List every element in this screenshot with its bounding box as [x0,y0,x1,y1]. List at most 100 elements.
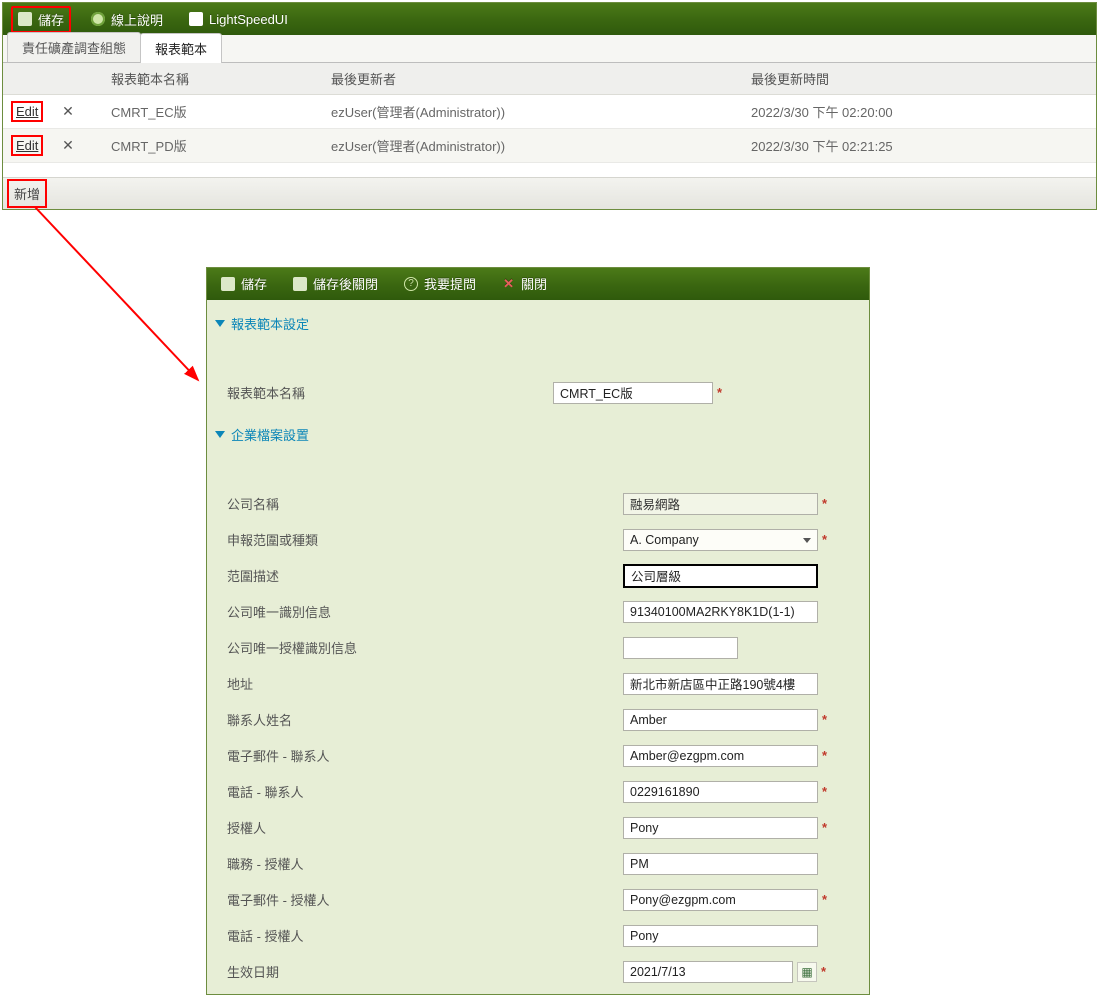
select-scope[interactable]: A. Company [623,529,818,551]
detail-save-close-button[interactable]: 儲存後關閉 [287,270,384,297]
tab-template[interactable]: 報表範本 [140,33,222,63]
calendar-icon[interactable]: ▦ [797,962,817,982]
input-company[interactable] [623,493,818,515]
row-uid: 公司唯一識別信息 [217,594,859,630]
row-scope: 申報范圍或種類 A. Company * [217,522,859,558]
input-auth-email[interactable] [623,889,818,911]
edit-link[interactable]: Edit [11,135,43,156]
required-marker: * [822,496,827,511]
required-marker: * [822,820,827,835]
table-row-empty [3,163,1096,177]
cell-updater: ezUser(管理者(Administrator)) [323,129,743,163]
help-button[interactable]: 線上說明 [85,6,169,33]
save-label: 儲存 [38,10,64,29]
input-address[interactable] [623,673,818,695]
detail-toolbar: 儲存 儲存後關閉 ? 我要提問 ✕ 關閉 [207,268,869,300]
label-contact-name: 聯系人姓名 [217,710,407,729]
help-label: 線上說明 [111,10,163,29]
label-auth-phone: 電話 - 授權人 [217,926,407,945]
cell-updated: 2022/3/30 下午 02:20:00 [743,95,1096,129]
label-effective: 生效日期 [217,962,407,981]
detail-close-button[interactable]: ✕ 關閉 [496,270,553,297]
row-auth-title: 職務 - 授權人 [217,846,859,882]
save-button[interactable]: 儲存 [11,6,71,33]
row-auth-uid: 公司唯一授權識別信息 [217,630,859,666]
label-contact-email: 電子郵件 - 聯系人 [217,746,407,765]
input-auth-phone[interactable] [623,925,818,947]
detail-save-button[interactable]: 儲存 [215,270,273,297]
row-effective-date: 生效日期 ▦ * [217,954,859,990]
label-auth-name: 授權人 [217,818,407,837]
input-auth-title[interactable] [623,853,818,875]
delete-icon[interactable]: ✕ [61,137,75,154]
required-marker: * [822,784,827,799]
section-company-profile[interactable]: 企業檔案設置 [207,411,869,450]
input-scope-desc[interactable] [623,564,818,588]
row-auth-email: 電子郵件 - 授權人 * [217,882,859,918]
required-marker: * [821,964,826,979]
section-template-settings[interactable]: 報表範本設定 [207,300,869,339]
required-marker: * [822,712,827,727]
input-uid[interactable] [623,601,818,623]
template-table: 報表範本名稱 最後更新者 最後更新時間 Edit ✕ CMRT_EC版 ezUs… [3,63,1096,177]
add-button[interactable]: 新增 [7,179,47,208]
input-contact-email[interactable] [623,745,818,767]
main-toolbar: 儲存 線上說明 LightSpeedUI [3,3,1096,35]
table-row: Edit ✕ CMRT_PD版 ezUser(管理者(Administrator… [3,129,1096,163]
label-company: 公司名稱 [217,494,407,513]
label-uid: 公司唯一識別信息 [217,602,407,621]
row-template-name: 報表範本名稱 * [217,375,859,411]
company-profile-body: 公司名稱 * 申報范圍或種類 A. Company * 范圍描述 公司唯一識別信… [207,450,869,990]
required-marker: * [717,385,722,400]
input-effective-date[interactable] [623,961,793,983]
detail-window: 儲存 儲存後關閉 ? 我要提問 ✕ 關閉 報表範本設定 報表範本名稱 * [206,267,870,995]
row-company: 公司名稱 * [217,486,859,522]
cell-name: CMRT_EC版 [103,95,323,129]
label-address: 地址 [217,674,407,693]
collapse-icon [215,431,225,438]
save-label: 儲存 [241,274,267,293]
input-auth-name[interactable] [623,817,818,839]
main-window: 儲存 線上說明 LightSpeedUI 責任礦產調查組態 報表範本 報表範本名… [2,2,1097,210]
delete-icon[interactable]: ✕ [61,103,75,120]
col-edit [3,63,53,95]
detail-ask-button[interactable]: ? 我要提問 [398,270,482,297]
input-auth-uid[interactable] [623,637,738,659]
brand-label: LightSpeedUI [209,12,288,27]
label-auth-title: 職務 - 授權人 [217,854,407,873]
label-scope: 申報范圍或種類 [217,530,407,549]
tab-config[interactable]: 責任礦產調查組態 [7,32,141,62]
add-bar: 新增 [3,177,1096,209]
input-contact-name[interactable] [623,709,818,731]
input-template-name[interactable] [553,382,713,404]
label-auth-email: 電子郵件 - 授權人 [217,890,407,909]
required-marker: * [822,748,827,763]
save-icon [18,12,32,26]
required-marker: * [822,532,827,547]
tab-bar: 責任礦產調查組態 報表範本 [3,35,1096,63]
label-auth-uid: 公司唯一授權識別信息 [217,638,407,657]
row-auth-phone: 電話 - 授權人 [217,918,859,954]
save-icon [221,277,235,291]
edit-link[interactable]: Edit [11,101,43,122]
row-address: 地址 [217,666,859,702]
brand-button[interactable]: LightSpeedUI [183,8,294,31]
col-name: 報表範本名稱 [103,63,323,95]
ask-label: 我要提問 [424,274,476,293]
section-title: 企業檔案設置 [231,425,309,444]
save-close-icon [293,277,307,291]
row-contact-phone: 電話 - 聯系人 * [217,774,859,810]
row-auth-name: 授權人 * [217,810,859,846]
row-contact-email: 電子郵件 - 聯系人 * [217,738,859,774]
section-title: 報表範本設定 [231,314,309,333]
cell-name: CMRT_PD版 [103,129,323,163]
lightspeed-icon [189,12,203,26]
close-label: 關閉 [521,274,547,293]
input-contact-phone[interactable] [623,781,818,803]
col-updated: 最後更新時間 [743,63,1096,95]
label-contact-phone: 電話 - 聯系人 [217,782,407,801]
row-scope-desc: 范圍描述 [217,558,859,594]
col-delete [53,63,103,95]
label-scope-desc: 范圍描述 [217,566,407,585]
info-icon [91,12,105,26]
